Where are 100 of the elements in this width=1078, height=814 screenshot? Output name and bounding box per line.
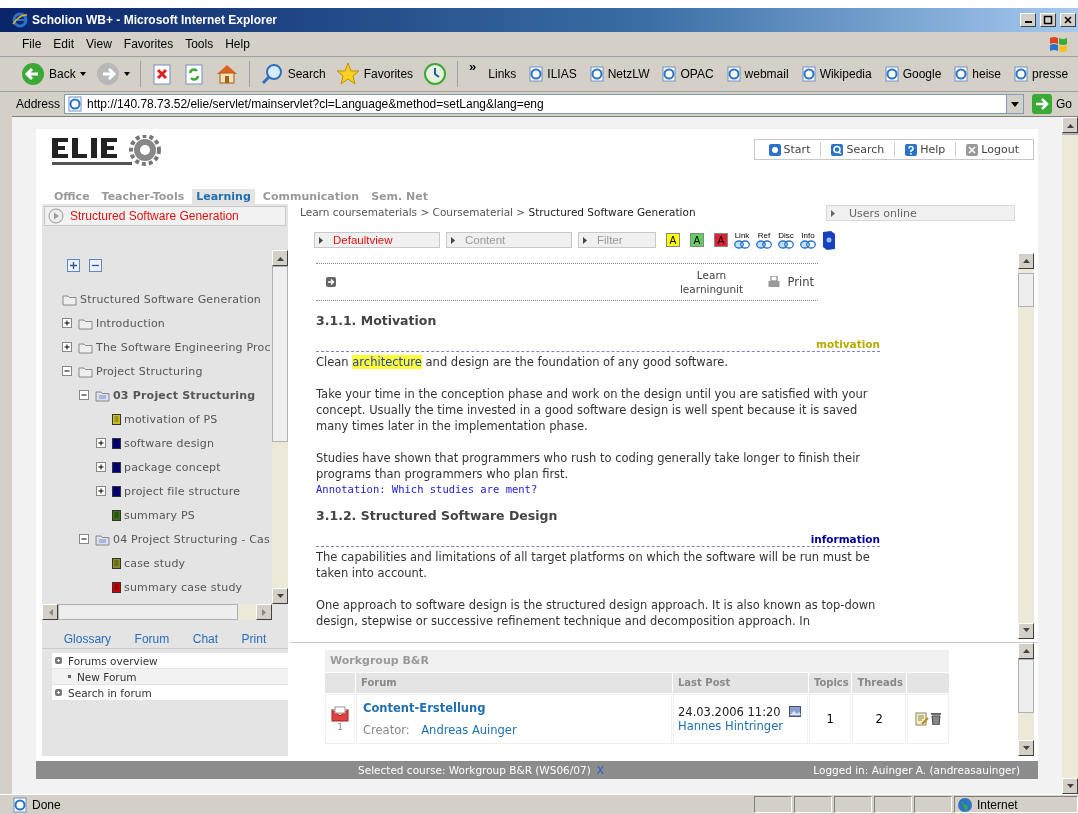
- arrow-icon[interactable]: [326, 276, 336, 287]
- scroll-up-button[interactable]: [1018, 252, 1034, 269]
- link-button[interactable]: presse: [1009, 66, 1073, 82]
- expand-icon[interactable]: [62, 318, 72, 328]
- tree-item[interactable]: project file structure: [121, 484, 241, 498]
- scroll-left-button[interactable]: [42, 604, 58, 620]
- expand-icon[interactable]: [62, 342, 72, 352]
- favorites-button[interactable]: Favorites: [332, 60, 417, 88]
- scroll-thumb[interactable]: [1018, 658, 1034, 713]
- expand-all-icon[interactable]: [67, 259, 81, 273]
- collapse-icon[interactable]: [79, 390, 89, 400]
- sidebar-link[interactable]: Forum: [134, 632, 170, 646]
- tree-item[interactable]: 04 Project Structuring - Cas: [110, 532, 270, 546]
- help-button[interactable]: Help: [895, 142, 957, 157]
- scroll-thumb[interactable]: [1062, 133, 1078, 135]
- sidebar-link[interactable]: Glossary: [63, 632, 112, 646]
- expand-icon[interactable]: [96, 438, 106, 448]
- annotation-link[interactable]: Annotation: Which studies are ment?: [316, 481, 880, 496]
- status-pane: [914, 796, 952, 813]
- back-button[interactable]: Back: [18, 60, 89, 88]
- scrollbar[interactable]: [42, 604, 272, 620]
- forum-menu-item[interactable]: Search in forum: [52, 685, 288, 700]
- tree-item[interactable]: Structured Software Generation: [77, 292, 261, 306]
- link-button[interactable]: ILIAS: [524, 66, 581, 82]
- tree-item[interactable]: Introduction: [93, 316, 165, 330]
- close-button[interactable]: [1060, 13, 1076, 27]
- logout-button[interactable]: Logout: [956, 142, 1029, 157]
- scroll-thumb[interactable]: [58, 604, 238, 620]
- search-button[interactable]: Search: [256, 60, 329, 88]
- scroll-down-button[interactable]: [272, 588, 288, 604]
- scroll-thumb[interactable]: [272, 266, 288, 442]
- scroll-thumb[interactable]: [1018, 272, 1034, 307]
- link-button[interactable]: webmail: [721, 66, 793, 82]
- link-button[interactable]: heise: [949, 66, 1006, 82]
- view-tab[interactable]: Defaultview: [314, 232, 440, 249]
- forum-menu-item[interactable]: Forums overview: [52, 653, 288, 668]
- author-link[interactable]: Hannes Hintringer: [678, 718, 806, 733]
- scroll-right-button[interactable]: [256, 604, 272, 620]
- paragraph: Clean architecture and design are the foundation of any good software.: [316, 353, 730, 370]
- address-field[interactable]: http://140.78.73.52/elie/servlet/mainservlet?cl=Language&method=setLang&lang=eng: [64, 94, 1024, 114]
- link-button[interactable]: NetzLW: [584, 66, 654, 82]
- dropdown-arrow-icon[interactable]: [1011, 101, 1019, 107]
- tree-item[interactable]: summary PS: [121, 508, 196, 522]
- scrollbar[interactable]: [272, 250, 288, 604]
- menu-item[interactable]: Favorites: [119, 37, 182, 51]
- book-icon[interactable]: [822, 230, 836, 251]
- collapse-icon[interactable]: [62, 366, 72, 376]
- link-icon[interactable]: [778, 239, 794, 249]
- go-button[interactable]: Go: [1028, 94, 1078, 114]
- menu-item[interactable]: View: [82, 37, 120, 51]
- tree-item[interactable]: Project Structuring: [93, 364, 203, 378]
- tree-item[interactable]: 03 Project Structuring: [110, 388, 256, 402]
- scrollbar[interactable]: [1018, 642, 1034, 756]
- scrollbar[interactable]: [1018, 252, 1034, 639]
- sidebar-link[interactable]: Print: [241, 632, 267, 646]
- scroll-down-button[interactable]: [1018, 740, 1034, 756]
- annotation-filter[interactable]: A: [714, 233, 728, 248]
- link-button[interactable]: OPAC: [657, 66, 718, 82]
- expand-icon[interactable]: [96, 462, 106, 472]
- nav-tab[interactable]: Learning: [192, 189, 255, 204]
- link-button[interactable]: Wikipedia: [796, 66, 876, 82]
- minimize-button[interactable]: [1020, 13, 1036, 27]
- tree-item[interactable]: summary case study: [121, 580, 243, 594]
- collapse-all-icon[interactable]: [89, 259, 103, 273]
- users-online-button[interactable]: Users online: [826, 205, 1015, 221]
- image-icon[interactable]: [788, 706, 801, 718]
- maximize-button[interactable]: [1040, 13, 1056, 27]
- expand-icon[interactable]: [96, 486, 106, 496]
- tree-item[interactable]: case study: [121, 556, 186, 570]
- scroll-down-button[interactable]: [1062, 778, 1078, 794]
- link-button[interactable]: Google: [879, 66, 946, 82]
- scroll-down-button[interactable]: [1018, 622, 1034, 639]
- link-icon[interactable]: [734, 239, 750, 249]
- menu-item[interactable]: Help: [221, 37, 258, 51]
- print-button[interactable]: Print: [767, 273, 814, 290]
- learn-button[interactable]: Learn learningunit: [669, 267, 754, 296]
- annotation-filter[interactable]: A: [666, 233, 680, 248]
- creator-link[interactable]: Andreas Auinger: [421, 722, 517, 737]
- search-button[interactable]: Search: [821, 142, 896, 157]
- menu-item[interactable]: Tools: [181, 37, 222, 51]
- tree-item[interactable]: package concept: [121, 460, 221, 474]
- trash-icon[interactable]: [931, 712, 941, 726]
- tree-item[interactable]: The Software Engineering Proc: [93, 340, 271, 354]
- scroll-up-button[interactable]: [1062, 117, 1078, 133]
- menu-item[interactable]: Edit: [49, 37, 83, 51]
- link-icon[interactable]: [756, 239, 772, 249]
- forum-name-link[interactable]: Content-Erstellung: [363, 700, 486, 715]
- scroll-up-button[interactable]: [272, 250, 288, 266]
- tree-item[interactable]: motivation of PS: [121, 412, 218, 426]
- collapse-icon[interactable]: [79, 534, 89, 544]
- chevron-button[interactable]: »: [465, 59, 481, 74]
- tree-item[interactable]: software design: [121, 436, 215, 450]
- menu-item[interactable]: File: [18, 37, 50, 51]
- annotation-filter[interactable]: A: [690, 233, 704, 248]
- refresh-icon: [182, 63, 205, 85]
- start-button[interactable]: Start: [758, 142, 822, 157]
- scrollbar[interactable]: [1062, 117, 1078, 794]
- link-icon[interactable]: [800, 239, 816, 249]
- scroll-up-button[interactable]: [1018, 642, 1034, 659]
- sidebar-link[interactable]: Chat: [192, 632, 219, 646]
